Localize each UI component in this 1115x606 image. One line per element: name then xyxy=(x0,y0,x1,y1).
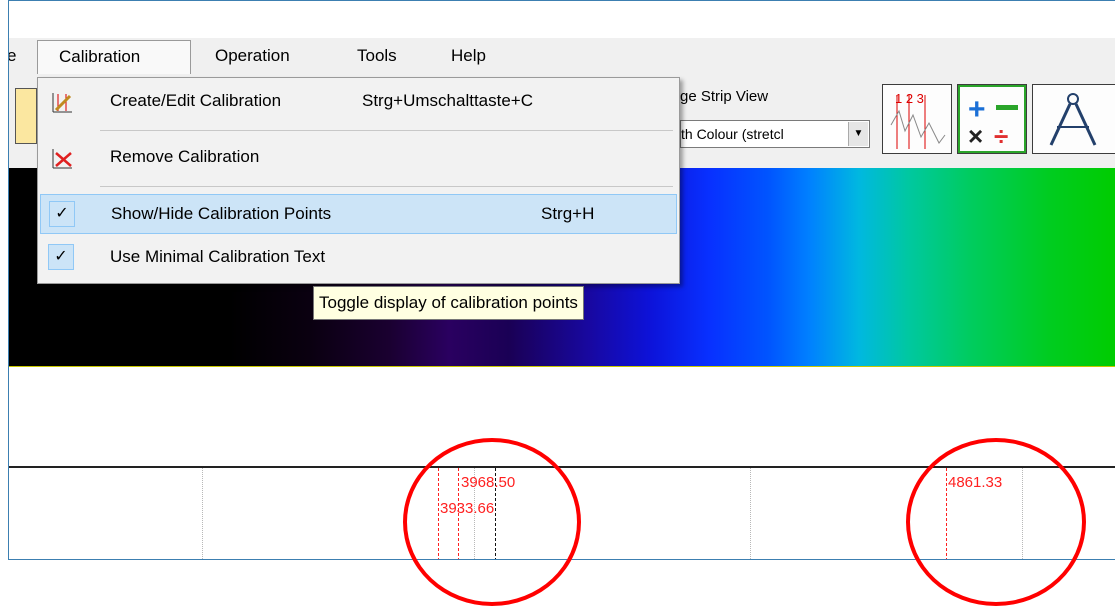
menu-item-label: Show/Hide Calibration Points xyxy=(111,204,332,223)
annotation-circle xyxy=(906,438,1086,606)
tooltip: Toggle display of calibration points xyxy=(313,286,584,320)
menu-item-show-hide-calibration-points[interactable]: ✓ Show/Hide Calibration Points Strg+H xyxy=(40,194,677,234)
menu-item-use-minimal-calibration-text[interactable]: ✓ Use Minimal Calibration Text xyxy=(40,238,677,278)
math-tool-button[interactable]: + × ÷ xyxy=(957,84,1027,154)
strip-view-value: th Colour (stretcl xyxy=(681,126,784,142)
menu-item-shortcut: Strg+Umschalttaste+C xyxy=(362,91,534,110)
grid-line xyxy=(750,468,751,559)
menu-separator xyxy=(100,186,673,187)
menu-bar: e Calibration Operation Tools Help xyxy=(9,38,1115,74)
checkmark-icon: ✓ xyxy=(49,201,75,227)
grid-line xyxy=(202,468,203,559)
menu-calibration-label: Calibration xyxy=(59,47,141,66)
menu-calibration[interactable]: Calibration xyxy=(37,40,191,74)
line-id-icon: 1 2 3 xyxy=(890,91,946,149)
pencil-chart-icon xyxy=(52,93,72,113)
menu-tools[interactable]: Tools xyxy=(357,46,397,66)
menu-partial-file[interactable]: e xyxy=(9,46,16,66)
line-id-tool-button[interactable]: 1 2 3 xyxy=(882,84,952,154)
menu-item-label: Create/Edit Calibration xyxy=(110,91,282,110)
chevron-down-icon[interactable]: ▼ xyxy=(848,122,868,146)
checkmark-icon: ✓ xyxy=(48,244,74,270)
lock-icon[interactable] xyxy=(15,88,37,144)
menu-item-label: Use Minimal Calibration Text xyxy=(110,247,326,266)
menu-item-remove-calibration[interactable]: Remove Calibration xyxy=(40,138,677,178)
strip-view-select[interactable]: th Colour (stretcl ▼ xyxy=(680,120,870,148)
red-x-chart-icon xyxy=(52,149,72,169)
menu-item-label: Remove Calibration xyxy=(110,147,260,166)
calibration-dropdown-menu: Create/Edit Calibration Strg+Umschalttas… xyxy=(37,77,680,284)
annotation-circle xyxy=(403,438,581,606)
menu-help[interactable]: Help xyxy=(451,46,486,66)
measure-tool-button[interactable] xyxy=(1032,84,1115,154)
menu-separator xyxy=(100,130,673,131)
math-operations-icon: + × ÷ xyxy=(958,85,1026,153)
svg-text:÷: ÷ xyxy=(994,121,1008,151)
menu-item-create-edit-calibration[interactable]: Create/Edit Calibration Strg+Umschalttas… xyxy=(40,82,677,122)
menu-operation[interactable]: Operation xyxy=(215,46,290,66)
menu-item-shortcut: Strg+H xyxy=(541,204,595,223)
compass-icon xyxy=(1049,93,1097,146)
svg-text:×: × xyxy=(968,121,983,151)
strip-view-label: ge Strip View xyxy=(680,88,769,105)
